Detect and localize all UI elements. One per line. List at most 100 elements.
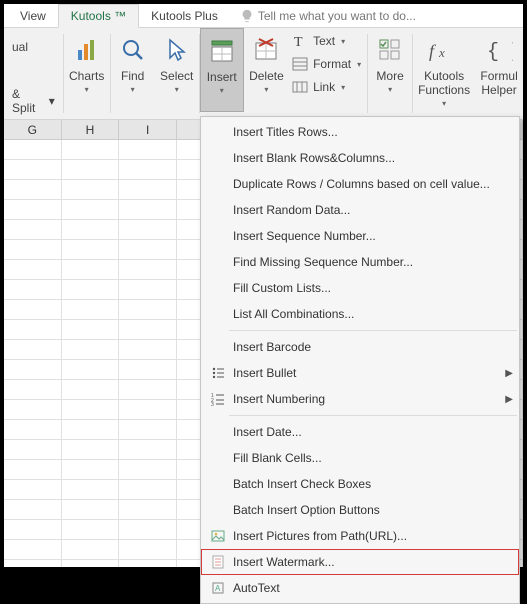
grid-cell[interactable] [62,140,120,160]
menu-item-insert-blank-rows-columns[interactable]: Insert Blank Rows&Columns... [201,145,519,171]
grid-cell[interactable] [119,440,177,460]
grid-cell[interactable] [62,440,120,460]
grid-cell[interactable] [4,180,62,200]
grid-cell[interactable] [4,420,62,440]
grid-cell[interactable] [62,240,120,260]
grid-cell[interactable] [119,500,177,520]
grid-cell[interactable] [62,340,120,360]
grid-cell[interactable] [62,320,120,340]
grid-cell[interactable] [4,220,62,240]
grid-cell[interactable] [4,240,62,260]
grid-cell[interactable] [62,460,120,480]
grid-cell[interactable] [4,340,62,360]
grid-cell[interactable] [4,160,62,180]
tell-me-search[interactable]: Tell me what you want to do... [230,4,416,27]
grid-cell[interactable] [62,260,120,280]
grid-cell[interactable] [4,560,62,567]
grid-cell[interactable] [119,480,177,500]
charts-button[interactable]: Charts ▾ [64,28,110,112]
link-button[interactable]: Link▾ [291,77,361,97]
grid-cell[interactable] [119,280,177,300]
menu-item-fill-blank-cells[interactable]: Fill Blank Cells... [201,445,519,471]
menu-item-insert-bullet[interactable]: Insert Bullet▶ [201,360,519,386]
grid-cell[interactable] [62,420,120,440]
menu-item-insert-pictures-from-path-url[interactable]: Insert Pictures from Path(URL)... [201,523,519,549]
ual-partial-button[interactable]: ual [8,38,32,56]
grid-cell[interactable] [62,500,120,520]
split-button[interactable]: & Split▾ [8,85,59,117]
grid-cell[interactable] [119,460,177,480]
insert-button[interactable]: Insert ▾ [200,28,244,112]
grid-cell[interactable] [62,180,120,200]
menu-item-fill-custom-lists[interactable]: Fill Custom Lists... [201,275,519,301]
grid-cell[interactable] [119,320,177,340]
grid-cell[interactable] [119,360,177,380]
formula-helper-button[interactable]: { } Formul Helper [475,28,523,112]
column-header[interactable]: I [119,120,177,139]
menu-item-insert-numbering[interactable]: 123Insert Numbering▶ [201,386,519,412]
text-button[interactable]: T Text▾ [291,31,361,51]
find-button[interactable]: Find ▾ [111,28,155,112]
grid-cell[interactable] [62,360,120,380]
tab-kutools-plus[interactable]: Kutools Plus [139,4,230,27]
tab-kutools[interactable]: Kutools ™ [58,4,139,28]
delete-button[interactable]: Delete ▾ [244,28,289,112]
column-header[interactable]: G [4,120,62,139]
grid-cell[interactable] [62,280,120,300]
grid-cell[interactable] [119,300,177,320]
menu-item-insert-watermark[interactable]: Insert Watermark... [201,549,519,575]
grid-cell[interactable] [4,300,62,320]
grid-cell[interactable] [4,320,62,340]
grid-cell[interactable] [119,200,177,220]
grid-cell[interactable] [4,280,62,300]
format-button[interactable]: Format▾ [291,54,361,74]
grid-cell[interactable] [62,160,120,180]
grid-cell[interactable] [62,480,120,500]
grid-cell[interactable] [4,360,62,380]
grid-cell[interactable] [4,400,62,420]
grid-cell[interactable] [4,520,62,540]
grid-cell[interactable] [4,260,62,280]
column-header[interactable]: H [62,120,120,139]
menu-item-duplicate-rows-columns-based-on-cell-value[interactable]: Duplicate Rows / Columns based on cell v… [201,171,519,197]
kutools-functions-button[interactable]: fx Kutools Functions ▾ [413,28,475,112]
grid-cell[interactable] [4,380,62,400]
grid-cell[interactable] [62,400,120,420]
grid-cell[interactable] [4,200,62,220]
grid-cell[interactable] [62,520,120,540]
select-button[interactable]: Select ▾ [155,28,199,112]
grid-cell[interactable] [119,420,177,440]
grid-cell[interactable] [62,560,120,567]
grid-cell[interactable] [4,440,62,460]
menu-item-insert-titles-rows[interactable]: Insert Titles Rows... [201,119,519,145]
grid-cell[interactable] [119,560,177,567]
tab-view[interactable]: View [8,4,58,27]
grid-cell[interactable] [4,480,62,500]
menu-item-find-missing-sequence-number[interactable]: Find Missing Sequence Number... [201,249,519,275]
grid-cell[interactable] [62,200,120,220]
menu-item-insert-barcode[interactable]: Insert Barcode [201,334,519,360]
menu-item-insert-sequence-number[interactable]: Insert Sequence Number... [201,223,519,249]
menu-item-autotext[interactable]: AAutoText [201,575,519,601]
grid-cell[interactable] [119,380,177,400]
grid-cell[interactable] [119,180,177,200]
grid-cell[interactable] [4,140,62,160]
grid-cell[interactable] [119,520,177,540]
menu-item-batch-insert-option-buttons[interactable]: Batch Insert Option Buttons [201,497,519,523]
grid-cell[interactable] [4,460,62,480]
grid-cell[interactable] [62,380,120,400]
more-button[interactable]: More ▾ [368,28,412,112]
grid-cell[interactable] [119,220,177,240]
menu-item-list-all-combinations[interactable]: List All Combinations... [201,301,519,327]
grid-cell[interactable] [62,300,120,320]
grid-cell[interactable] [62,220,120,240]
grid-cell[interactable] [4,540,62,560]
grid-cell[interactable] [119,260,177,280]
grid-cell[interactable] [119,400,177,420]
grid-cell[interactable] [119,140,177,160]
grid-cell[interactable] [119,240,177,260]
menu-item-batch-insert-check-boxes[interactable]: Batch Insert Check Boxes [201,471,519,497]
grid-cell[interactable] [119,340,177,360]
grid-cell[interactable] [62,540,120,560]
menu-item-insert-random-data[interactable]: Insert Random Data... [201,197,519,223]
